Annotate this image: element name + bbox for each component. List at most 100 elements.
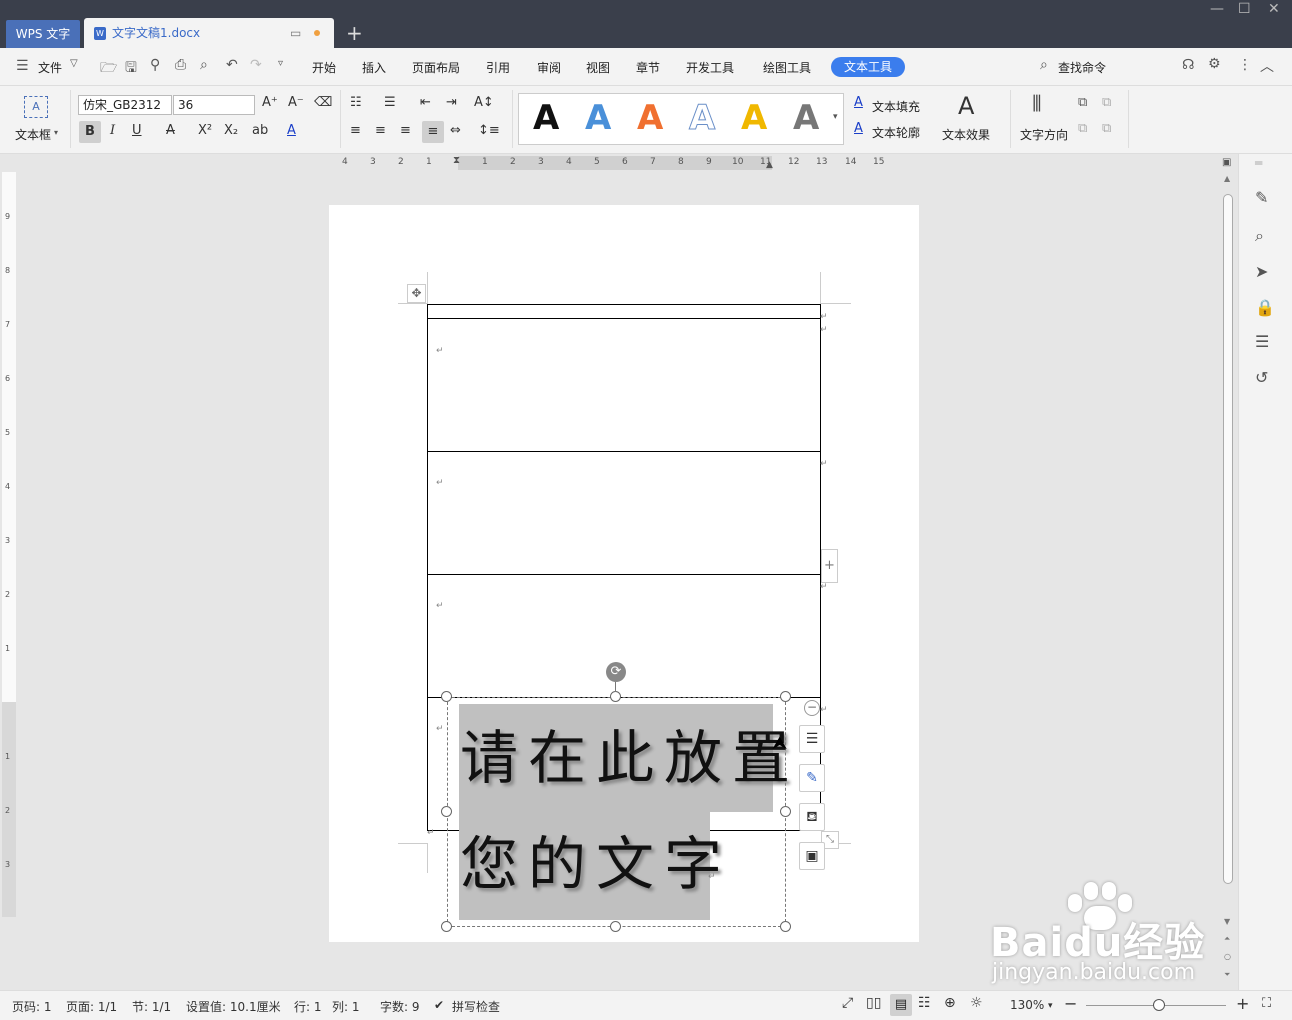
status-column[interactable]: 列: 1 [332, 998, 360, 1015]
tab-review[interactable]: 审阅 [537, 59, 561, 76]
text-style-gray[interactable]: A [793, 96, 819, 140]
text-direction-icon[interactable]: ⦀ [1032, 92, 1042, 117]
resize-handle[interactable] [441, 921, 452, 932]
justify-icon[interactable]: ≡ [422, 121, 444, 143]
gallery-expand-icon[interactable]: ▾ [833, 112, 838, 122]
status-setting-value[interactable]: 设置值: 10.1厘米 [186, 998, 281, 1015]
zoom-out-button[interactable]: − [1064, 994, 1077, 1013]
resize-handle[interactable] [610, 691, 621, 702]
status-section[interactable]: 节: 1/1 [132, 998, 171, 1015]
next-textbox-icon[interactable]: ⧉ [1102, 121, 1111, 136]
save-icon[interactable]: 🖫 [125, 57, 137, 81]
zoom-level[interactable]: 130% [1010, 998, 1044, 1012]
right-indent-marker-icon[interactable]: ▲ [766, 160, 773, 170]
file-menu[interactable]: 文件 [38, 59, 62, 76]
reading-mode-icon[interactable]: ▯▯ [866, 995, 881, 1011]
add-column-button[interactable]: + [821, 549, 838, 583]
open-folder-icon[interactable]: 🗁 [100, 57, 117, 81]
bullet-list-icon[interactable]: ☷ [350, 95, 362, 110]
edit-pen-icon[interactable]: ✎ [1255, 188, 1268, 207]
zoom-in-button[interactable]: + [1236, 994, 1249, 1013]
pen-icon[interactable]: ✎ [799, 764, 825, 792]
strikethrough-button[interactable]: A [166, 123, 175, 138]
resize-handle[interactable] [610, 921, 621, 932]
status-page-code[interactable]: 页码: 1 [12, 998, 52, 1015]
textbox-text-line1[interactable]: 请在此放置 [460, 708, 790, 808]
tab-insert[interactable]: 插入 [362, 59, 386, 76]
format-painter-icon[interactable]: ⚲ [150, 57, 160, 73]
fill-bucket-icon[interactable]: ⛾ [799, 803, 825, 831]
text-effect-icon[interactable]: A [958, 92, 974, 120]
minimize-button[interactable]: — [1210, 0, 1224, 18]
ruler-toggle-icon[interactable]: ▣ [1222, 157, 1231, 168]
fullscreen-icon[interactable]: ⤢ [842, 995, 853, 1011]
search-icon[interactable]: ⌕ [1040, 57, 1048, 73]
text-style-black[interactable]: A [533, 96, 559, 140]
search-command[interactable]: 查找命令 [1058, 59, 1106, 76]
text-style-gold[interactable]: A [741, 96, 767, 140]
outline-view-icon[interactable]: ☷ [918, 995, 931, 1011]
scrollbar-thumb[interactable] [1223, 194, 1233, 884]
gear-icon[interactable]: ⚙ [1208, 56, 1221, 72]
previous-textbox-icon[interactable]: ⧉ [1078, 121, 1087, 136]
resize-handle[interactable] [441, 691, 452, 702]
tab-page-layout[interactable]: 页面布局 [412, 59, 460, 76]
status-page[interactable]: 页面: 1/1 [66, 998, 117, 1015]
collapse-icon[interactable]: − [804, 700, 820, 716]
font-size-select[interactable]: 36 [173, 95, 255, 115]
document-tab[interactable]: W 文字文稿1.docx ▭ [84, 18, 334, 48]
subscript-button[interactable]: X₂ [224, 123, 238, 138]
wps-app-tab[interactable]: WPS 文字 [6, 20, 80, 48]
outline-icon[interactable]: ▣ [799, 842, 825, 870]
select-pointer-icon[interactable]: ➤ [1255, 262, 1268, 281]
table-move-handle-icon[interactable]: ✥ [407, 284, 426, 303]
spell-check-button[interactable]: 拼写检查 [452, 998, 500, 1015]
scroll-up-icon[interactable]: ▲ [1224, 174, 1230, 183]
resize-handle[interactable] [441, 806, 452, 817]
resize-handle[interactable] [780, 691, 791, 702]
align-center-icon[interactable]: ≡ [375, 123, 386, 138]
text-direction-small-icon[interactable]: A↕ [474, 95, 494, 110]
text-outline-icon[interactable]: A [854, 121, 863, 136]
customize-toolbar-icon[interactable]: ▿ [278, 58, 283, 69]
maximize-button[interactable]: ☐ [1238, 0, 1251, 18]
decrease-indent-icon[interactable]: ⇤ [420, 95, 431, 110]
tab-view[interactable]: 视图 [586, 59, 610, 76]
page-view-icon[interactable]: ▤ [890, 994, 912, 1016]
align-left-icon[interactable]: ≡ [350, 123, 361, 138]
tab-home[interactable]: 开始 [312, 59, 336, 76]
font-name-select[interactable]: 仿宋_GB2312 [78, 95, 172, 115]
chevron-down-icon[interactable]: ▽ [70, 58, 78, 69]
textbox-icon[interactable]: A [24, 96, 48, 118]
line-spacing-icon[interactable]: ↕≡ [478, 123, 500, 138]
tab-text-tools[interactable]: 文本工具 [831, 57, 905, 77]
sliders-icon[interactable]: ☰ [1255, 332, 1269, 351]
align-right-icon[interactable]: ≡ [400, 123, 411, 138]
resize-handle[interactable] [780, 806, 791, 817]
text-fill-button[interactable]: 文本填充 [872, 98, 920, 115]
vertical-scrollbar[interactable]: ▲ ▼ ⏶ ○ ⏷ [1220, 172, 1236, 990]
lock-icon[interactable]: 🔒 [1255, 298, 1275, 317]
headset-icon[interactable]: ☊ [1182, 57, 1194, 73]
text-direction-button[interactable]: 文字方向 [1020, 126, 1068, 143]
italic-button[interactable]: I [110, 123, 115, 138]
textbox-text-line2[interactable]: 您的文字 [460, 814, 722, 914]
text-style-orange[interactable]: A [637, 96, 663, 140]
tab-developer[interactable]: 开发工具 [686, 59, 734, 76]
tab-references[interactable]: 引用 [486, 59, 510, 76]
layout-options-icon[interactable]: ☰ [799, 725, 825, 753]
panel-grip-icon[interactable]: ═ [1255, 156, 1262, 170]
print-preview-icon[interactable]: ⌕ [200, 57, 208, 73]
text-style-blue[interactable]: A [585, 96, 611, 140]
more-options-icon[interactable]: ⋮ [1238, 57, 1252, 73]
clear-format-icon[interactable]: ⌫ [314, 95, 332, 110]
monitor-icon[interactable]: ▭ [290, 18, 301, 48]
print-icon[interactable]: ⎙ [175, 57, 186, 73]
web-view-icon[interactable]: ⊕ [944, 995, 956, 1011]
tab-drawing-tools[interactable]: 绘图工具 [763, 59, 811, 76]
eye-protection-icon[interactable]: ☼ [970, 995, 983, 1011]
zoom-dropdown-icon[interactable]: ▾ [1048, 1001, 1053, 1011]
increase-font-icon[interactable]: A⁺ [262, 95, 278, 110]
indent-marker-icon[interactable]: ⧗ [453, 155, 460, 166]
superscript-button[interactable]: X² [198, 123, 212, 138]
